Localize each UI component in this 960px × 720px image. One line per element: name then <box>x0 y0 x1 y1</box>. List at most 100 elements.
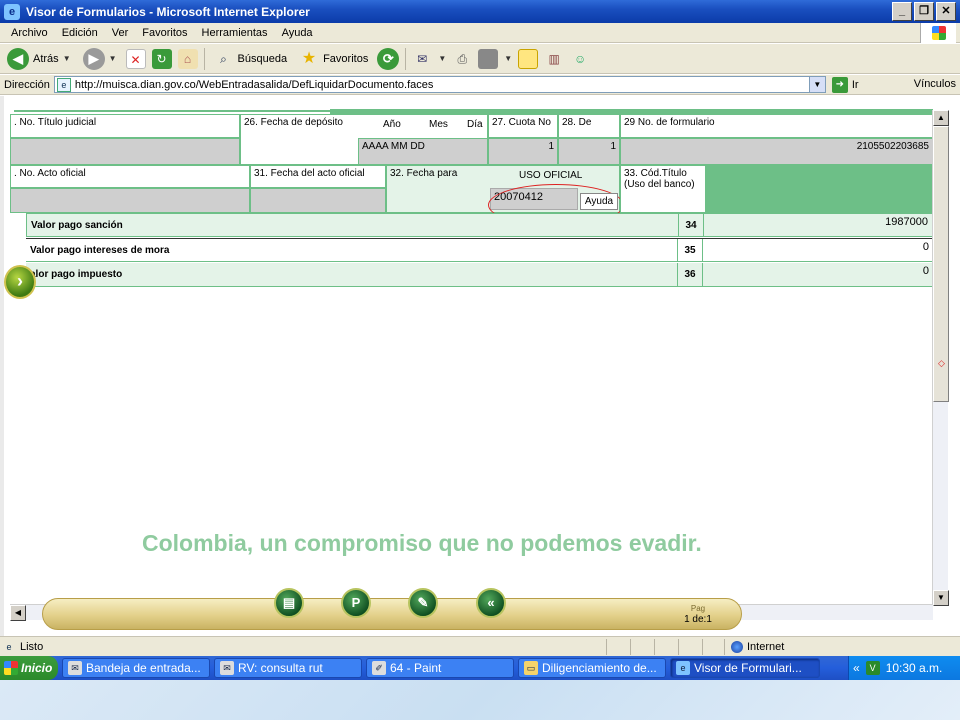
field-30-input[interactable] <box>10 188 250 213</box>
row-36-value[interactable]: 0 <box>923 265 929 277</box>
research-icon[interactable]: ▥ <box>544 49 564 69</box>
mail-dropdown-icon[interactable]: ▼ <box>438 54 446 63</box>
print-form-icon[interactable]: ▤ <box>274 588 304 618</box>
field-29-value: 2105502203685 <box>856 141 929 152</box>
menu-herramientas[interactable]: Herramientas <box>195 27 275 39</box>
address-input[interactable]: e http://muisca.dian.gov.co/WebEntradasa… <box>53 76 826 93</box>
stop-icon[interactable]: ✕ <box>125 48 146 69</box>
field-26-date-input[interactable]: AAAA MM DD <box>358 138 488 165</box>
links-button[interactable]: Vínculos <box>914 78 956 90</box>
form-nav-bar <box>42 598 742 630</box>
globe-icon <box>731 640 743 653</box>
year-label: Año <box>383 119 401 130</box>
field-31-input[interactable] <box>250 188 386 213</box>
go-button[interactable]: ➜ Ir <box>831 76 859 93</box>
edit-dropdown-icon[interactable]: ▼ <box>504 54 512 63</box>
field-31-label: 31. Fecha del acto oficial <box>254 168 365 179</box>
table-row: alor pago impuesto 36 0 <box>26 263 933 287</box>
row-35-label: Valor pago intereses de mora <box>30 245 170 256</box>
paint-icon: ✐ <box>372 661 386 675</box>
field-27-label: 27. Cuota No <box>492 117 551 128</box>
menu-archivo[interactable]: Archivo <box>4 27 55 39</box>
history-icon[interactable]: ⟳ <box>377 47 400 70</box>
edit-icon[interactable] <box>478 48 499 69</box>
favorites-button[interactable]: ★ Favoritos <box>296 46 371 72</box>
start-button[interactable]: Inicio <box>0 656 58 680</box>
home-icon[interactable]: ⌂ <box>177 48 198 69</box>
menu-favoritos[interactable]: Favoritos <box>135 27 194 39</box>
row-35-number: 35 <box>677 239 703 261</box>
next-section-icon[interactable]: › <box>4 265 36 299</box>
field-27-input[interactable]: 1 <box>488 138 558 165</box>
minimize-button[interactable]: _ <box>892 2 912 21</box>
back-nav-icon[interactable]: « <box>476 588 506 618</box>
search-button[interactable]: ⌕ Búsqueda <box>211 46 291 72</box>
menu-ver[interactable]: Ver <box>105 27 136 39</box>
table-row: Valor pago intereses de mora 35 0 <box>26 238 933 262</box>
task-paint[interactable]: ✐ 64 - Paint <box>366 658 514 678</box>
messenger-icon[interactable]: ☺ <box>570 49 590 69</box>
task-label: Diligenciamiento de... <box>542 661 657 675</box>
address-dropdown-icon[interactable]: ▼ <box>808 77 825 92</box>
toolbar: ◀ Atrás ▼ ▶ ▼ ✕ ↻ ⌂ ⌕ Búsqueda ★ Favorit… <box>0 44 960 74</box>
row-35-value[interactable]: 0 <box>923 241 929 253</box>
field-28-input[interactable]: 1 <box>558 138 620 165</box>
search-icon: ⌕ <box>220 51 227 66</box>
notes-icon[interactable] <box>518 48 539 69</box>
page-word: Pag <box>690 604 706 613</box>
field-25-input[interactable] <box>10 138 240 165</box>
form-top-line <box>14 110 330 112</box>
task-label: Bandeja de entrada... <box>86 661 201 675</box>
mail-icon[interactable]: ✉ <box>412 49 432 69</box>
date-format-hint: AAAA MM DD <box>362 141 425 152</box>
print-icon[interactable]: ⎙ <box>452 49 472 69</box>
sign-icon[interactable]: ✎ <box>408 588 438 618</box>
restore-button[interactable]: ❐ <box>914 2 934 21</box>
status-segment <box>678 638 700 655</box>
field-28-label-cell: 28. De <box>558 114 620 138</box>
field-29-input[interactable]: 2105502203685 <box>620 138 933 165</box>
task-label: 64 - Paint <box>390 661 442 675</box>
table-row: Valor pago sanción 34 1987000 <box>26 213 933 237</box>
scroll-left-icon[interactable]: ◀ <box>10 605 26 621</box>
task-email[interactable]: ✉ RV: consulta rut <box>214 658 362 678</box>
back-button[interactable]: ◀ Atrás ▼ <box>4 46 74 72</box>
status-segment <box>654 638 676 655</box>
status-segment <box>630 638 652 655</box>
status-segment <box>702 638 724 655</box>
back-dropdown-icon[interactable]: ▼ <box>63 54 71 63</box>
go-arrow-icon: ➜ <box>831 76 848 93</box>
window-title-bar[interactable]: e Visor de Formularios - Microsoft Inter… <box>0 0 960 23</box>
status-text: Listo <box>20 640 44 653</box>
field-27-label-cell: 27. Cuota No <box>488 114 558 138</box>
pdf-icon[interactable]: P <box>341 588 371 618</box>
address-label: Dirección <box>4 78 50 91</box>
page-indicator: Pag 1 de:1 <box>680 603 716 625</box>
field-25-label-cell: . No. Título judicial <box>10 114 240 138</box>
task-ie[interactable]: e Visor de Formulari... <box>670 658 820 678</box>
taskbar: Inicio ✉ Bandeja de entrada... ✉ RV: con… <box>0 656 960 680</box>
task-label: Visor de Formulari... <box>694 661 802 675</box>
start-label: Inicio <box>21 661 53 675</box>
forward-dropdown-icon[interactable]: ▼ <box>109 54 117 63</box>
vertical-scrollbar[interactable]: ▲ ◇ ▼ <box>932 110 949 606</box>
scroll-up-icon[interactable]: ▲ <box>933 110 949 126</box>
month-label: Mes <box>429 119 448 130</box>
favorites-star-icon: ★ <box>301 49 317 67</box>
scroll-down-icon[interactable]: ▼ <box>933 590 949 606</box>
task-outlook[interactable]: ✉ Bandeja de entrada... <box>62 658 210 678</box>
zone-text: Internet <box>747 640 785 653</box>
close-button[interactable]: ✕ <box>936 2 956 21</box>
ayuda-button[interactable]: Ayuda <box>580 193 618 210</box>
forward-button[interactable]: ▶ ▼ <box>80 46 120 72</box>
row-34-value[interactable]: 1987000 <box>885 216 928 228</box>
tray-expand-icon[interactable]: « <box>853 661 860 675</box>
page-status-icon: e <box>6 641 12 652</box>
status-segment <box>606 638 628 655</box>
field-33-input[interactable] <box>706 165 933 213</box>
menu-ayuda[interactable]: Ayuda <box>275 27 320 39</box>
menu-edicion[interactable]: Edición <box>55 27 105 39</box>
refresh-icon[interactable]: ↻ <box>151 48 172 69</box>
tray-app-icon[interactable]: V <box>865 661 880 675</box>
task-folder[interactable]: ▭ Diligenciamiento de... <box>518 658 666 678</box>
